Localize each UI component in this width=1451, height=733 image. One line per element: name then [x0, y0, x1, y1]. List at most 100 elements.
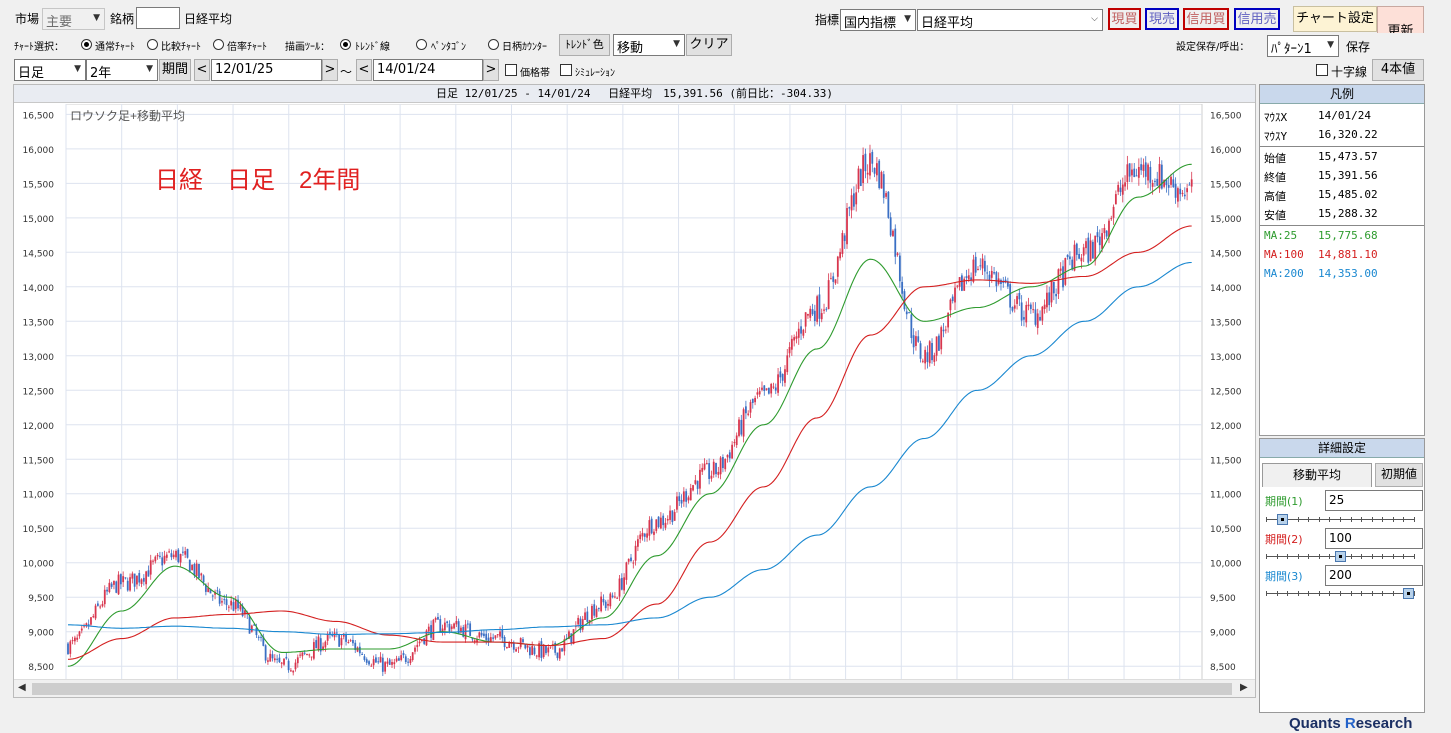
candle-body	[561, 648, 563, 652]
price-chart[interactable]: 16,500 16,000 15,500 15,000 14,500 14,000 13,5…	[14, 104, 1255, 698]
symbol-input[interactable]	[136, 7, 180, 29]
chart-settings-button[interactable]: チャート設定	[1293, 6, 1377, 32]
candle-body	[402, 653, 405, 656]
indicator-select[interactable]: 日経平均 ⌵	[917, 9, 1103, 31]
date-to-prev-button[interactable]: <	[356, 59, 372, 81]
candle-body	[836, 256, 839, 277]
tab-moving-average[interactable]: 移動平均	[1262, 463, 1372, 487]
candle-body	[101, 603, 104, 607]
scroll-right-icon[interactable]: ▶	[1240, 682, 1248, 693]
candle-body	[1190, 179, 1193, 187]
candle-body	[1057, 269, 1060, 294]
default-values-button[interactable]: 初期値	[1375, 463, 1423, 487]
period-type-select[interactable]: 日足 ▼	[14, 59, 86, 81]
horizontal-scrollbar[interactable]: ◀ ▶	[14, 679, 1255, 697]
slider-tick	[1308, 554, 1310, 559]
candle-body	[1020, 302, 1023, 321]
period-3-slider[interactable]	[1266, 588, 1415, 600]
date-from-input[interactable]: 12/01/25	[211, 59, 322, 81]
candle-body	[398, 658, 400, 661]
slider-thumb[interactable]	[1334, 551, 1346, 562]
scroll-left-icon[interactable]: ◀	[18, 682, 26, 693]
spot-buy-button[interactable]: 現買	[1108, 8, 1141, 30]
save-button[interactable]: 保存	[1346, 38, 1370, 55]
period-button[interactable]: 期間	[159, 59, 191, 81]
candle-body	[223, 599, 226, 601]
candle-body	[1082, 247, 1085, 256]
radio-normal-chart[interactable]	[81, 39, 92, 50]
legend-high-label: 高値	[1264, 190, 1286, 203]
crosshair-checkbox[interactable]	[1316, 64, 1328, 76]
slider-tick	[1266, 517, 1267, 522]
candle-body	[793, 337, 796, 341]
chevron-down-icon: ▼	[74, 64, 81, 74]
candle-body	[965, 276, 968, 279]
radio-day-counter[interactable]	[488, 39, 499, 50]
candle-body	[1149, 166, 1152, 183]
chart-area[interactable]: 日足 12/01/25 - 14/01/24 日経平均 15,391.56 (前…	[13, 84, 1256, 698]
candle-body	[1069, 256, 1071, 260]
candle-body	[724, 458, 727, 470]
candle-body	[938, 335, 940, 351]
date-to-input[interactable]: 14/01/24	[373, 59, 483, 81]
candle-body	[988, 274, 991, 281]
candle-body	[168, 551, 171, 553]
candle-body	[607, 603, 609, 606]
candle-body	[161, 557, 164, 566]
candle-body	[878, 160, 881, 189]
legend-ma200: 14,353.00	[1318, 267, 1378, 280]
candle-body	[386, 661, 389, 664]
candle-body	[666, 518, 669, 521]
candle-body	[974, 256, 977, 273]
four-charts-button[interactable]: 4本値	[1372, 59, 1424, 81]
trend-color-button[interactable]: ﾄﾚﾝﾄﾞ色	[559, 34, 610, 56]
candle-body	[181, 551, 184, 553]
candle-body	[1160, 164, 1163, 189]
candle-body	[188, 559, 191, 573]
radio-compare-chart[interactable]	[147, 39, 158, 50]
candle-body	[699, 469, 701, 489]
clear-button[interactable]: クリア	[686, 34, 732, 56]
period-1-slider[interactable]	[1266, 514, 1415, 526]
period-2-input[interactable]: 100	[1325, 528, 1423, 549]
period-3-input[interactable]: 200	[1325, 565, 1423, 586]
candle-body	[657, 516, 660, 528]
slider-thumb[interactable]	[1403, 588, 1414, 599]
date-from-prev-button[interactable]: <	[194, 59, 210, 81]
candle-body	[864, 153, 867, 172]
radio-ratio-chart[interactable]	[213, 39, 224, 50]
period-1-input[interactable]: 25	[1325, 490, 1423, 511]
pattern-select[interactable]: ﾊﾟﾀｰﾝ1 ▼	[1267, 35, 1339, 57]
simulation-checkbox[interactable]	[560, 64, 572, 76]
slider-tick	[1392, 591, 1394, 596]
candle-body	[1147, 164, 1149, 181]
slider-tick	[1266, 591, 1267, 596]
radio-pentagon[interactable]	[416, 39, 427, 50]
candle-body	[301, 652, 304, 657]
slider-thumb[interactable]	[1276, 514, 1288, 525]
period-2-slider[interactable]	[1266, 551, 1415, 563]
candle-body	[80, 628, 83, 631]
date-from-next-button[interactable]: >	[322, 59, 338, 81]
indicator-category-select[interactable]: 国内指標 ▼	[840, 9, 916, 31]
candle-body	[361, 653, 364, 655]
candle-body	[1027, 304, 1030, 307]
period-span-select[interactable]: 2年 ▼	[86, 59, 158, 81]
move-select[interactable]: 移動 ▼	[613, 34, 685, 56]
slider-tick	[1329, 517, 1331, 522]
candle-body	[1075, 243, 1078, 255]
candle-body	[977, 268, 979, 270]
scrollbar-thumb[interactable]	[32, 683, 1232, 695]
radio-trend-line[interactable]	[340, 39, 351, 50]
candle-body	[915, 336, 917, 346]
margin-buy-button[interactable]: 信用買	[1183, 8, 1229, 30]
date-to-next-button[interactable]: >	[483, 59, 499, 81]
spot-sell-button[interactable]: 現売	[1145, 8, 1179, 30]
detail-settings-title: 詳細設定	[1260, 439, 1424, 458]
y-tick-label-right: 15,000	[1210, 215, 1242, 225]
market-select[interactable]: 主要 ▼	[42, 8, 105, 30]
candle-body	[195, 563, 198, 576]
price-band-checkbox[interactable]	[505, 64, 517, 76]
slider-tick	[1297, 554, 1299, 559]
margin-sell-button[interactable]: 信用売	[1234, 8, 1280, 30]
